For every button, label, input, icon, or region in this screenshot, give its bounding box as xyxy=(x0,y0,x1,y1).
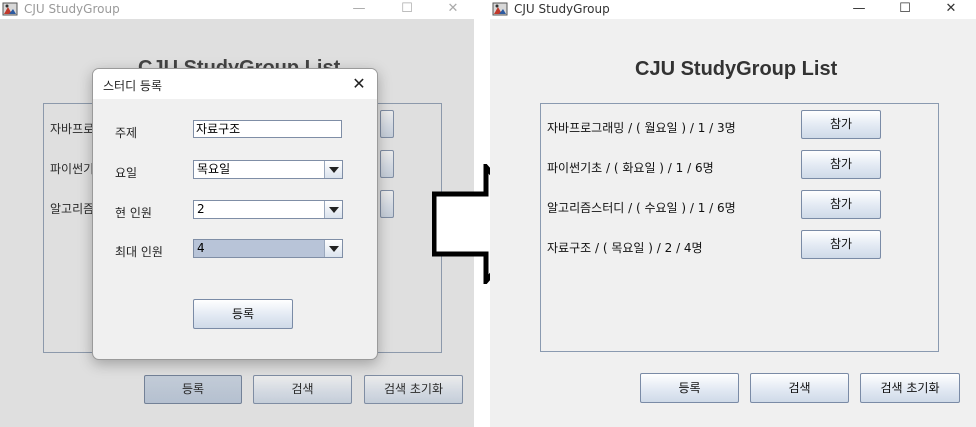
dialog-title-bar: 스터디 등록 ✕ xyxy=(93,69,377,99)
join-button[interactable]: 참가 xyxy=(801,150,881,179)
day-select[interactable]: 목요일 xyxy=(193,160,343,179)
register-study-dialog: 스터디 등록 ✕ 주제 자료구조 요일 목요일 현 인원 2 최대 인원 4 등… xyxy=(92,68,378,360)
maximize-button[interactable]: ☐ xyxy=(882,0,928,19)
register-button[interactable]: 등록 xyxy=(640,373,739,403)
join-button[interactable]: 참가 xyxy=(801,230,881,259)
chevron-down-icon[interactable] xyxy=(324,201,342,218)
current-members-select[interactable]: 2 xyxy=(193,200,343,219)
window-title: CJU StudyGroup xyxy=(514,2,610,16)
max-members-value: 4 xyxy=(197,241,205,255)
list-item-label: 알고리즘스터디 / ( 수요일 ) / 1 / 6명 xyxy=(547,201,736,215)
dialog-close-button[interactable]: ✕ xyxy=(347,72,371,96)
window-title: CJU StudyGroup xyxy=(24,2,120,16)
window-before: CJU StudyGroup — ☐ ✕ CJU StudyGroup List… xyxy=(0,0,474,427)
close-button[interactable]: ✕ xyxy=(928,0,974,19)
join-button[interactable]: 참가 xyxy=(801,110,881,139)
title-bar: CJU StudyGroup — ☐ ✕ xyxy=(490,0,976,19)
subject-field[interactable]: 자료구조 xyxy=(193,120,342,138)
close-button[interactable]: ✕ xyxy=(430,0,474,19)
chevron-down-icon[interactable] xyxy=(324,161,342,178)
max-members-label: 최대 인원 xyxy=(115,245,163,259)
window-after: CJU StudyGroup — ☐ ✕ CJU StudyGroup List… xyxy=(490,0,976,427)
current-members-label: 현 인원 xyxy=(115,206,152,220)
max-members-select[interactable]: 4 xyxy=(193,239,343,258)
page-title: CJU StudyGroup List xyxy=(635,58,838,80)
list-item-label: 자바프로그래밍 / ( 월요일 ) / 1 / 3명 xyxy=(547,121,736,135)
reset-search-button[interactable]: 검색 초기화 xyxy=(860,373,960,403)
join-button[interactable]: 참가 xyxy=(801,190,881,219)
chevron-down-icon[interactable] xyxy=(324,240,342,257)
minimize-button[interactable]: — xyxy=(836,0,882,19)
search-button[interactable]: 검색 xyxy=(750,373,849,403)
minimize-button[interactable]: — xyxy=(336,0,382,19)
study-list-panel: 자바프로그래밍 / ( 월요일 ) / 1 / 3명 파이썬기초 / ( 화요일… xyxy=(540,103,939,352)
day-label: 요일 xyxy=(115,166,138,180)
list-item-label: 파이썬기초 / ( 화요일 ) / 1 / 6명 xyxy=(547,161,714,175)
title-bar: CJU StudyGroup — ☐ ✕ xyxy=(0,0,474,19)
subject-label: 주제 xyxy=(115,126,138,140)
dialog-title: 스터디 등록 xyxy=(103,79,163,93)
app-icon xyxy=(492,2,508,16)
maximize-button[interactable]: ☐ xyxy=(384,0,430,19)
day-select-value: 목요일 xyxy=(197,162,231,176)
current-members-value: 2 xyxy=(197,202,205,216)
dialog-register-button[interactable]: 등록 xyxy=(193,299,293,329)
app-icon xyxy=(2,2,18,16)
list-item-label: 자료구조 / ( 목요일 ) / 2 / 4명 xyxy=(547,241,703,255)
